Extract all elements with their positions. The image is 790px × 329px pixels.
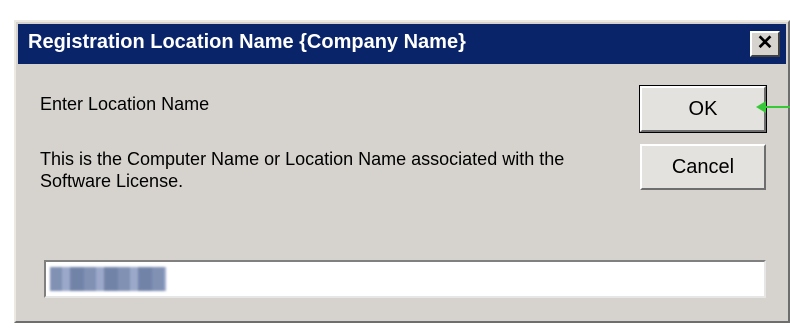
location-name-input[interactable] [44, 260, 766, 298]
dialog-title: Registration Location Name {Company Name… [28, 31, 466, 53]
close-button[interactable]: ✕ [750, 31, 780, 57]
dialog-titlebar[interactable]: Registration Location Name {Company Name… [18, 24, 786, 64]
redacted-value [50, 267, 166, 291]
registration-dialog: Registration Location Name {Company Name… [14, 20, 790, 323]
ok-button[interactable]: OK [639, 85, 767, 133]
prompt-label: Enter Location Name [40, 94, 210, 114]
description-text: This is the Computer Name or Location Na… [40, 149, 565, 191]
cancel-button[interactable]: Cancel [640, 144, 766, 190]
close-icon: ✕ [756, 32, 774, 54]
annotation-arrow [762, 106, 790, 108]
